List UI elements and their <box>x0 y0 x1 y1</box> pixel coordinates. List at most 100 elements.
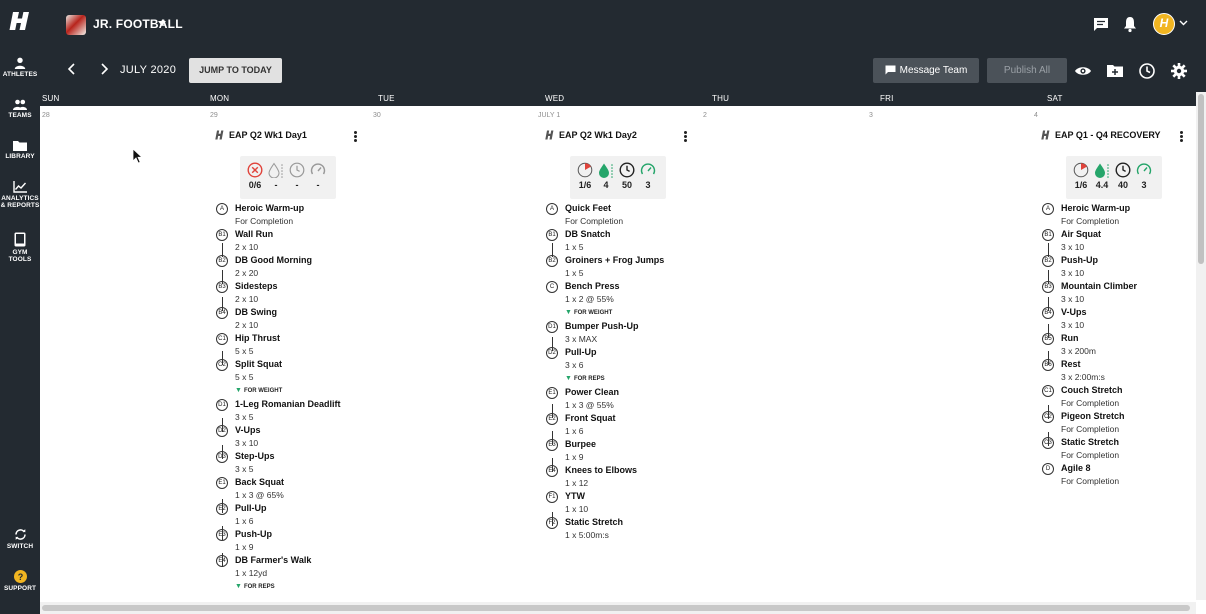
sidebar-item-teams[interactable]: TEAMS <box>0 99 40 119</box>
exercise-item[interactable]: E3 Burpee 1 x 9 <box>545 438 705 464</box>
date-number[interactable]: 29 <box>210 112 218 119</box>
chevron-left-icon[interactable] <box>65 62 79 76</box>
message-team-button[interactable]: Message Team <box>873 58 979 83</box>
more-options-icon[interactable] <box>683 130 689 144</box>
exercise-item[interactable]: B3 Mountain Climber 3 x 10 <box>1041 280 1201 306</box>
exercise-item[interactable]: E4Knees to Elbows1 x 12 <box>545 464 705 490</box>
exercise-item[interactable]: B1 Wall Run 2 x 10 <box>215 228 375 254</box>
workout-title-text: EAP Q2 Wk1 Day2 <box>559 130 637 140</box>
sidebar-label: GYM <box>12 249 28 256</box>
sidebar-item-analytics[interactable]: ANALYTICS & REPORTS <box>0 181 40 209</box>
exercise-badge: A <box>546 203 558 215</box>
exercise-item[interactable]: A Heroic Warm-up For Completion <box>215 202 375 228</box>
vertical-scrollbar[interactable] <box>1196 92 1206 600</box>
exercise-item[interactable]: B2 Groiners + Frog Jumps 1 x 5 <box>545 254 705 280</box>
gear-icon[interactable] <box>1170 62 1188 80</box>
exercise-item[interactable]: D Agile 8 For Completion <box>1041 462 1201 488</box>
exercise-item[interactable]: C Bench Press 1 x 2 @ 55% ▼ FOR WEIGHT <box>545 280 705 320</box>
stat-value: 3 <box>645 180 651 190</box>
exercise-item[interactable]: B4 V-Ups 3 x 10 <box>1041 306 1201 332</box>
sidebar-item-support[interactable]: ? SUPPORT <box>0 570 40 592</box>
exercise-item[interactable]: C2 Split Squat 5 x 5 ▼ FOR WEIGHT <box>215 358 375 398</box>
workout-title-text: EAP Q1 - Q4 RECOVERY <box>1055 130 1161 140</box>
scrollbar-thumb[interactable] <box>1198 94 1204 264</box>
exercise-item[interactable]: A Quick Feet For Completion <box>545 202 705 228</box>
exercise-item[interactable]: D3Step-Ups3 x 5 <box>215 450 375 476</box>
folder-add-icon[interactable] <box>1106 62 1124 80</box>
sidebar-item-athletes[interactable]: ATHLETES <box>0 57 40 78</box>
date-number[interactable]: JULY 1 <box>538 112 560 119</box>
exercise-item[interactable]: D1 1-Leg Romanian Deadlift 3 x 5 <box>215 398 375 424</box>
workout-title[interactable]: EAP Q2 Wk1 Day2 <box>545 130 637 144</box>
exercise-sets: For Completion <box>235 216 294 226</box>
exercise-item[interactable]: D1 Bumper Push-Up 3 x MAX <box>545 320 705 346</box>
exercise-item[interactable]: D2V-Ups3 x 10 <box>215 424 375 450</box>
exercise-item[interactable]: A Heroic Warm-up For Completion <box>1041 202 1201 228</box>
eye-icon[interactable] <box>1074 62 1092 80</box>
tablet-icon <box>14 232 26 247</box>
stat-item: 4.4 <box>1091 162 1113 190</box>
superset-connector <box>222 553 223 567</box>
stat-value: - <box>316 180 320 190</box>
exercise-item[interactable]: E2Pull-Up1 x 6 <box>215 502 375 528</box>
exercise-item[interactable]: C3Static StretchFor Completion <box>1041 436 1201 462</box>
team-selector[interactable]: JR. FOOTBALL <box>93 17 183 31</box>
chevron-right-icon[interactable] <box>97 62 111 76</box>
jump-to-today-button[interactable]: JUMP TO TODAY <box>189 58 282 83</box>
exercise-item[interactable]: C1 Couch Stretch For Completion <box>1041 384 1201 410</box>
sidebar-item-gym-tools[interactable]: GYM TOOLS <box>0 232 40 263</box>
exercise-item[interactable]: D2 Pull-Up 3 x 6 ▼ FOR REPS <box>545 346 705 386</box>
exercise-item[interactable]: B1 DB Snatch 1 x 5 <box>545 228 705 254</box>
date-number[interactable]: 30 <box>373 112 381 119</box>
trophy-icon: ▼ <box>235 583 242 590</box>
exercise-badge: D1 <box>546 321 558 333</box>
workout-title[interactable]: EAP Q2 Wk1 Day1 <box>215 130 307 144</box>
exercise-name: Pull-Up <box>565 347 597 357</box>
chat-icon[interactable] <box>1092 15 1110 33</box>
date-number[interactable]: 4 <box>1034 112 1038 119</box>
exercise-item[interactable]: B2 DB Good Morning 2 x 20 <box>215 254 375 280</box>
exercise-item[interactable]: C1 Hip Thrust 5 x 5 <box>215 332 375 358</box>
exercise-item[interactable]: B1 Air Squat 3 x 10 <box>1041 228 1201 254</box>
exercise-item[interactable]: E3Push-Up1 x 9 <box>215 528 375 554</box>
date-number[interactable]: 3 <box>869 112 873 119</box>
exercise-item[interactable]: E1 Back Squat 1 x 3 @ 65% <box>215 476 375 502</box>
exercise-name: YTW <box>565 491 585 501</box>
clock-icon[interactable] <box>1138 62 1156 80</box>
chevron-down-icon[interactable] <box>158 21 166 26</box>
exercise-item[interactable]: F2Static Stretch1 x 5:00m:s <box>545 516 705 542</box>
teambuildr-logo-icon[interactable] <box>9 10 31 32</box>
exercise-item[interactable]: F1 YTW 1 x 10 <box>545 490 705 516</box>
workout-title[interactable]: EAP Q1 - Q4 RECOVERY <box>1041 130 1161 144</box>
group-icon <box>13 99 27 110</box>
exercise-name: DB Farmer's Walk <box>235 555 312 565</box>
exercise-item[interactable]: B6 Rest 3 x 2:00m:s <box>1041 358 1201 384</box>
exercise-item[interactable]: B2 Push-Up 3 x 10 <box>1041 254 1201 280</box>
chevron-down-icon[interactable] <box>1179 20 1188 26</box>
exercise-item[interactable]: B4 DB Swing 2 x 10 <box>215 306 375 332</box>
exercise-item[interactable]: B3 Sidesteps 2 x 10 <box>215 280 375 306</box>
more-options-icon[interactable] <box>1179 130 1185 144</box>
publish-all-button[interactable]: Publish All <box>987 58 1067 83</box>
scrollbar-thumb[interactable] <box>42 605 1190 611</box>
superset-connector <box>222 418 223 432</box>
date-number[interactable]: 28 <box>42 112 50 119</box>
exercise-item[interactable]: C2Pigeon StretchFor Completion <box>1041 410 1201 436</box>
avatar[interactable]: H <box>1153 13 1175 35</box>
bell-icon[interactable] <box>1121 15 1139 33</box>
date-number[interactable]: 2 <box>703 112 707 119</box>
sidebar-item-library[interactable]: LIBRARY <box>0 140 40 160</box>
weekday-label: SUN <box>42 94 60 103</box>
exercise-item[interactable]: E2 Front Squat 1 x 6 <box>545 412 705 438</box>
stat-item: 50 <box>616 162 638 190</box>
exercise-item[interactable]: E4DB Farmer's Walk1 x 12yd▼FOR REPS <box>215 554 375 594</box>
chat-icon <box>885 65 896 75</box>
exercise-name: Front Squat <box>565 413 616 423</box>
team-logo[interactable] <box>66 15 86 35</box>
more-options-icon[interactable] <box>353 130 359 144</box>
sidebar-item-switch[interactable]: SWITCH <box>0 528 40 550</box>
exercise-item[interactable]: B5 Run 3 x 200m <box>1041 332 1201 358</box>
stat-item: 3 <box>637 162 659 190</box>
exercise-item[interactable]: E1 Power Clean 1 x 3 @ 55% <box>545 386 705 412</box>
horizontal-scrollbar[interactable] <box>40 602 1196 614</box>
